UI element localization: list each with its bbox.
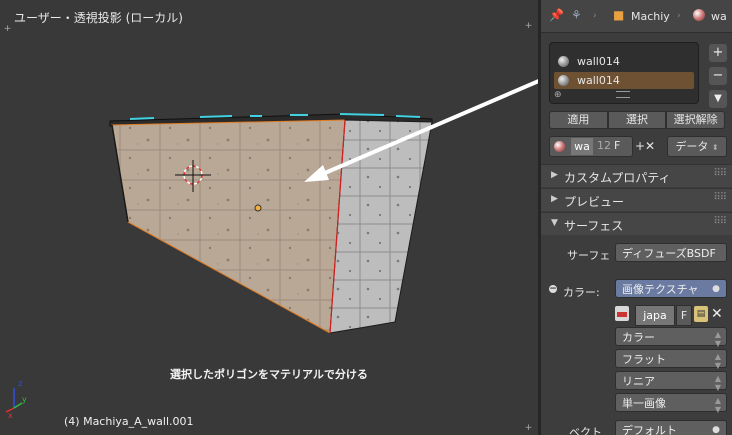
material-slot-label: wall014 xyxy=(577,74,620,87)
vector-label: ベクト xyxy=(569,426,602,435)
fake-user-button[interactable]: F xyxy=(614,139,620,152)
dropdown-value: リニア xyxy=(622,375,655,388)
panel-title: カスタムプロパティ xyxy=(564,171,671,185)
panel-preview[interactable]: ▶ プレビュー ⠿⠿ xyxy=(541,188,732,211)
breadcrumb-material[interactable]: wa xyxy=(711,10,727,23)
chevron-right-icon: › xyxy=(677,11,681,21)
material-datablock-row: wa 12 F +✕ データ ⬍ xyxy=(549,136,727,157)
resize-grip-icon[interactable] xyxy=(616,91,630,98)
image-datablock-row: japa F ▤ ✕ xyxy=(615,305,725,326)
axis-gizmo-icon: z y x xyxy=(5,379,27,420)
viewport-title: ユーザー・透視投影 (ローカル) xyxy=(14,11,183,25)
vector-input-value: デフォルト xyxy=(622,424,677,435)
object-icon: ■ xyxy=(613,8,625,22)
collapsed-arrow-icon: ▶ xyxy=(551,194,558,204)
operation-caption: 選択したポリゴンをマテリアルで分ける xyxy=(170,368,368,381)
updown-icon: ▲ ▼ xyxy=(714,396,721,414)
socket-dot-icon: ● xyxy=(712,425,720,435)
breadcrumb-object[interactable]: Machiy xyxy=(631,10,670,23)
select-button[interactable]: 選択 xyxy=(607,111,667,129)
color-input-value: 画像テクスチャ xyxy=(622,283,699,296)
panel-title: サーフェス xyxy=(564,219,624,233)
assign-button[interactable]: 適用 xyxy=(549,111,608,129)
image-name-field[interactable]: japa xyxy=(635,305,675,326)
material-name-field[interactable]: wa xyxy=(571,138,593,155)
updown-icon: ⬍ xyxy=(711,143,719,152)
panel-custom-properties[interactable]: ▶ カスタムプロパティ ⠿⠿ xyxy=(541,164,732,187)
image-fake-user-button[interactable]: F xyxy=(676,305,692,326)
link-dropdown-label: データ xyxy=(675,140,709,153)
remove-slot-button[interactable]: − xyxy=(709,67,727,85)
panel-title: プレビュー xyxy=(564,195,625,209)
deselect-button[interactable]: 選択解除 xyxy=(666,111,726,129)
updown-icon: ▲ ▼ xyxy=(714,352,721,370)
material-ball-icon xyxy=(558,56,569,67)
open-folder-icon[interactable]: ▤ xyxy=(694,306,708,322)
svg-text:y: y xyxy=(22,395,27,404)
unlink-color-icon[interactable]: − xyxy=(549,285,557,294)
material-slot-label: wall014 xyxy=(577,55,620,68)
dropdown-value: フラット xyxy=(622,353,666,366)
active-object-label: (4) Machiya_A_wall.001 xyxy=(64,415,194,428)
drag-grip-icon[interactable]: ⠿⠿ xyxy=(713,216,727,227)
updown-icon: ▲ ▼ xyxy=(714,330,721,348)
region-corner-icon[interactable]: + xyxy=(524,22,533,31)
drag-grip-icon[interactable]: ⠿⠿ xyxy=(713,168,727,179)
wall-front-face xyxy=(111,119,346,334)
scene-icon[interactable]: ⚘ xyxy=(571,8,582,22)
projection-dropdown[interactable]: フラット ▲ ▼ xyxy=(615,349,727,370)
material-ball-icon xyxy=(558,75,569,86)
region-corner-icon[interactable]: + xyxy=(3,25,12,34)
surface-label: サーフェ xyxy=(567,249,611,262)
expanded-arrow-icon: ▼ xyxy=(551,218,558,228)
material-selector[interactable]: wa 12 F xyxy=(549,136,633,157)
new-unlink-buttons[interactable]: +✕ xyxy=(635,139,655,153)
slot-specials-button[interactable]: ▼ xyxy=(709,90,727,108)
region-corner-icon[interactable]: + xyxy=(524,424,533,433)
close-icon[interactable]: ✕ xyxy=(711,306,723,322)
object-origin-icon xyxy=(254,204,262,212)
dropdown-value: カラー xyxy=(622,331,655,344)
color-label: カラー: xyxy=(563,286,600,299)
drag-grip-icon[interactable]: ⠿⠿ xyxy=(713,192,727,203)
3d-viewport[interactable]: z y x ユーザー・透視投影 (ローカル) + + + 選択したポリゴンをマテ… xyxy=(0,0,538,435)
material-users-count[interactable]: 12 xyxy=(597,139,611,152)
vector-input-field[interactable]: デフォルト ● xyxy=(615,420,727,435)
expand-icon[interactable]: ⊕ xyxy=(554,90,562,100)
svg-text:x: x xyxy=(8,411,13,420)
material-icon xyxy=(693,9,705,21)
surface-shader-field[interactable]: ディフューズBSDF xyxy=(615,243,727,262)
properties-editor: 📌 ⚘ › ■ Machiy › wa wall014 wall014 ⊕ + … xyxy=(541,0,732,435)
material-slot-list[interactable]: wall014 wall014 ⊕ xyxy=(549,42,699,104)
source-dropdown[interactable]: 単一画像 ▲ ▼ xyxy=(615,393,727,414)
panel-surface[interactable]: ▼ サーフェス ⠿⠿ xyxy=(541,212,732,235)
material-slot-selected[interactable]: wall014 xyxy=(554,72,694,89)
chevron-right-icon: › xyxy=(593,11,597,21)
color-space-dropdown[interactable]: カラー ▲ ▼ xyxy=(615,327,727,348)
pin-icon[interactable]: 📌 xyxy=(549,8,564,22)
interpolation-dropdown[interactable]: リニア ▲ ▼ xyxy=(615,371,727,392)
dropdown-value: 単一画像 xyxy=(622,397,666,410)
slot-side-buttons: + − ▼ xyxy=(709,44,727,113)
add-slot-button[interactable]: + xyxy=(709,44,727,62)
wall-side-face xyxy=(329,119,433,334)
image-browse-icon[interactable] xyxy=(615,306,629,321)
surface-shader-value: ディフューズBSDF xyxy=(622,247,716,260)
collapsed-arrow-icon: ▶ xyxy=(551,170,558,180)
properties-header: 📌 ⚘ › ■ Machiy › wa xyxy=(541,0,732,33)
link-dropdown[interactable]: データ ⬍ xyxy=(667,136,727,157)
color-input-node[interactable]: 画像テクスチャ ● xyxy=(615,279,727,298)
material-slot[interactable]: wall014 xyxy=(554,53,694,70)
socket-dot-icon: ● xyxy=(712,284,720,294)
material-browse-icon[interactable] xyxy=(554,141,565,152)
assign-button-row: 適用 選択 選択解除 xyxy=(549,111,726,129)
updown-icon: ▲ ▼ xyxy=(714,374,721,392)
